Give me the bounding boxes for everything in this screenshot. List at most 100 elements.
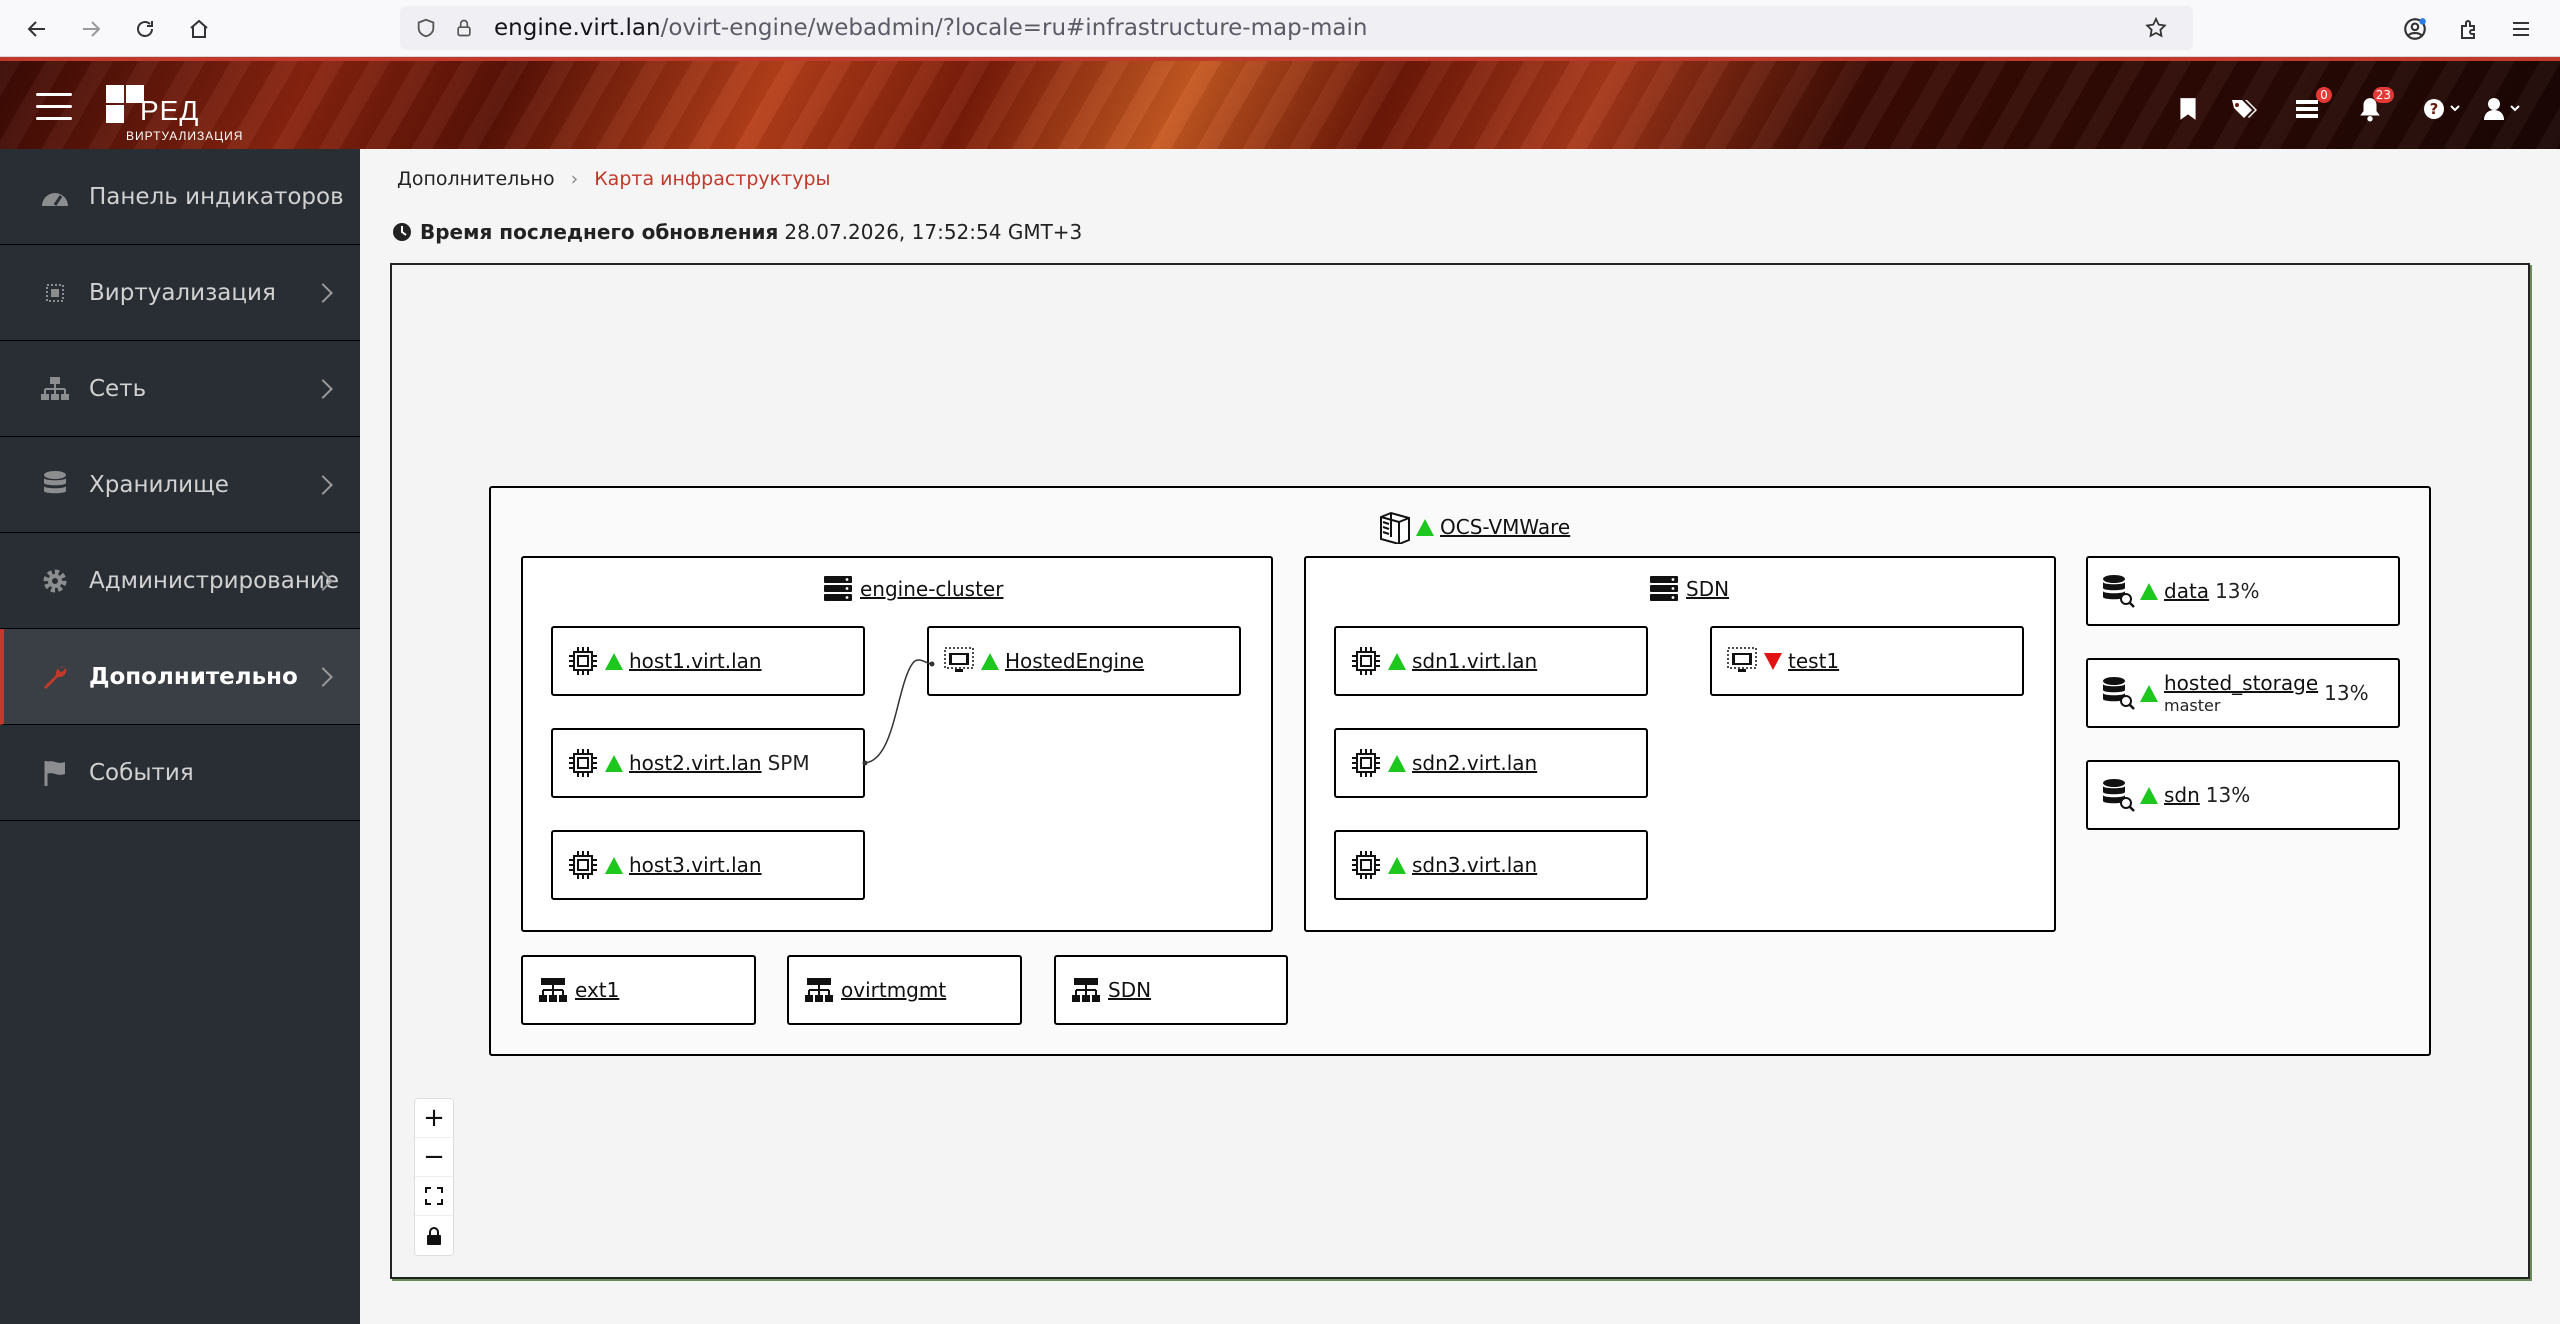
vm-node[interactable]: HostedEngine <box>927 626 1241 696</box>
network-name[interactable]: ovirtmgmt <box>841 978 946 1002</box>
cluster-title[interactable]: engine-cluster <box>822 574 1003 604</box>
lock-icon <box>450 14 478 42</box>
breadcrumb-current: Карта инфраструктуры <box>594 168 831 190</box>
cpu-icon <box>1348 745 1384 781</box>
vm-node[interactable]: test1 <box>1710 626 2024 696</box>
sidebar-item-label: Администрирование <box>89 567 339 594</box>
cluster-name[interactable]: engine-cluster <box>860 577 1003 601</box>
status-up-icon <box>605 652 623 670</box>
network-icon <box>40 374 70 404</box>
zoom-out-button[interactable]: − <box>415 1138 453 1177</box>
host-node[interactable]: host2.virt.lan SPM <box>551 728 865 798</box>
host-node[interactable]: sdn1.virt.lan <box>1334 626 1648 696</box>
zoom-controls: + − <box>414 1098 454 1256</box>
host-name[interactable]: host2.virt.lan <box>629 751 762 775</box>
lock-view-button[interactable] <box>415 1216 453 1255</box>
status-down-icon <box>1764 652 1782 670</box>
network-node[interactable]: ovirtmgmt <box>787 955 1022 1025</box>
bookmark-icon[interactable] <box>2168 91 2208 127</box>
help-dropdown[interactable]: ? <box>2418 91 2468 127</box>
status-up-icon <box>981 652 999 670</box>
tasks-icon[interactable]: 0 <box>2288 87 2332 127</box>
bookmark-star-icon[interactable] <box>2142 14 2170 42</box>
cpu-icon <box>1348 643 1384 679</box>
vm-monitor-icon <box>941 643 977 679</box>
network-name[interactable]: SDN <box>1108 978 1151 1002</box>
home-icon <box>190 19 208 38</box>
host-vm-connector <box>862 659 935 766</box>
sidebar-item-events[interactable]: События <box>0 725 360 821</box>
lock-icon <box>427 1226 441 1245</box>
host-role: SPM <box>767 751 810 775</box>
cluster-name[interactable]: SDN <box>1686 577 1729 601</box>
breadcrumb: Дополнительно › Карта инфраструктуры <box>397 168 831 190</box>
extensions-icon[interactable] <box>2450 10 2488 48</box>
last-update-label: Время последнего обновления <box>420 220 779 244</box>
status-up-icon <box>1388 754 1406 772</box>
storage-usage: 13% <box>2324 681 2369 705</box>
sidebar-item-dashboard[interactable]: Панель индикаторов <box>0 149 360 245</box>
network-icon <box>535 972 571 1008</box>
host-node[interactable]: sdn3.virt.lan <box>1334 830 1648 900</box>
browser-menu-icon[interactable] <box>2502 10 2540 48</box>
host-name[interactable]: sdn3.virt.lan <box>1412 853 1537 877</box>
menu-toggle-icon[interactable] <box>36 93 72 121</box>
datacenter-icon <box>1380 511 1410 544</box>
host-name[interactable]: sdn2.virt.lan <box>1412 751 1537 775</box>
storage-name[interactable]: hosted_storage <box>2164 670 2318 696</box>
host-node[interactable]: host3.virt.lan <box>551 830 865 900</box>
host-name[interactable]: host1.virt.lan <box>629 649 762 673</box>
storage-node[interactable]: data 13% <box>2086 556 2400 626</box>
storage-domain-icon <box>2100 573 2136 609</box>
host-node[interactable]: sdn2.virt.lan <box>1334 728 1648 798</box>
network-node[interactable]: SDN <box>1054 955 1288 1025</box>
zoom-in-button[interactable]: + <box>415 1099 453 1138</box>
fit-view-button[interactable] <box>415 1177 453 1216</box>
status-up-icon <box>2140 786 2158 804</box>
status-up-icon <box>2140 582 2158 600</box>
storage-node[interactable]: sdn 13% <box>2086 760 2400 830</box>
breadcrumb-separator-icon: › <box>570 168 579 190</box>
app-header: РЕД ВИРТУАЛИЗАЦИЯ 0 23 ? <box>0 57 2560 149</box>
last-update: Время последнего обновления 28.07.2026, … <box>392 220 1082 244</box>
alerts-icon[interactable]: 23 <box>2350 87 2394 127</box>
network-name[interactable]: ext1 <box>575 978 619 1002</box>
tags-icon[interactable] <box>2224 91 2264 127</box>
breadcrumb-parent[interactable]: Дополнительно <box>397 168 555 190</box>
user-dropdown[interactable] <box>2478 91 2528 127</box>
storage-domain-icon <box>2100 777 2136 813</box>
sidebar-item-virtualization[interactable]: Виртуализация <box>0 245 360 341</box>
status-up-icon <box>1388 856 1406 874</box>
storage-node[interactable]: hosted_storage master 13% <box>2086 658 2400 728</box>
forward-button[interactable] <box>72 10 110 48</box>
sidebar-item-storage[interactable]: Хранилище <box>0 437 360 533</box>
vm-name[interactable]: HostedEngine <box>1005 649 1144 673</box>
sidebar-item-extra[interactable]: Дополнительно <box>0 629 360 725</box>
network-icon <box>801 972 837 1008</box>
cluster-title[interactable]: SDN <box>1648 574 1729 604</box>
sidebar-item-network[interactable]: Сеть <box>0 341 360 437</box>
datacenter-name[interactable]: OCS-VMWare <box>1440 515 1570 539</box>
sidebar-item-administration[interactable]: Администрирование <box>0 533 360 629</box>
storage-name[interactable]: sdn <box>2164 783 2200 807</box>
last-update-value: 28.07.2026, 17:52:54 GMT+3 <box>784 220 1083 244</box>
vm-name[interactable]: test1 <box>1788 649 1839 673</box>
network-node[interactable]: ext1 <box>521 955 756 1025</box>
sidebar: Панель индикаторов Виртуализация Сеть Хр… <box>0 149 360 1324</box>
storage-name[interactable]: data <box>2164 579 2209 603</box>
home-button[interactable] <box>180 10 218 48</box>
back-button[interactable] <box>18 10 56 48</box>
database-icon <box>40 470 70 500</box>
account-icon[interactable] <box>2396 10 2434 48</box>
datacenter-title[interactable]: OCS-VMWare <box>1378 510 1570 544</box>
host-name[interactable]: sdn1.virt.lan <box>1412 649 1537 673</box>
url-path: /ovirt-engine/webadmin/?locale=ru#infras… <box>660 15 1368 41</box>
host-name[interactable]: host3.virt.lan <box>629 853 762 877</box>
help-icon: ? <box>2424 99 2460 119</box>
cpu-icon <box>565 745 601 781</box>
cpu-icon <box>1348 847 1384 883</box>
host-node[interactable]: host1.virt.lan <box>551 626 865 696</box>
status-up-icon <box>1416 518 1434 536</box>
url-bar[interactable]: engine.virt.lan/ovirt-engine/webadmin/?l… <box>400 6 2193 50</box>
reload-button[interactable] <box>126 10 164 48</box>
